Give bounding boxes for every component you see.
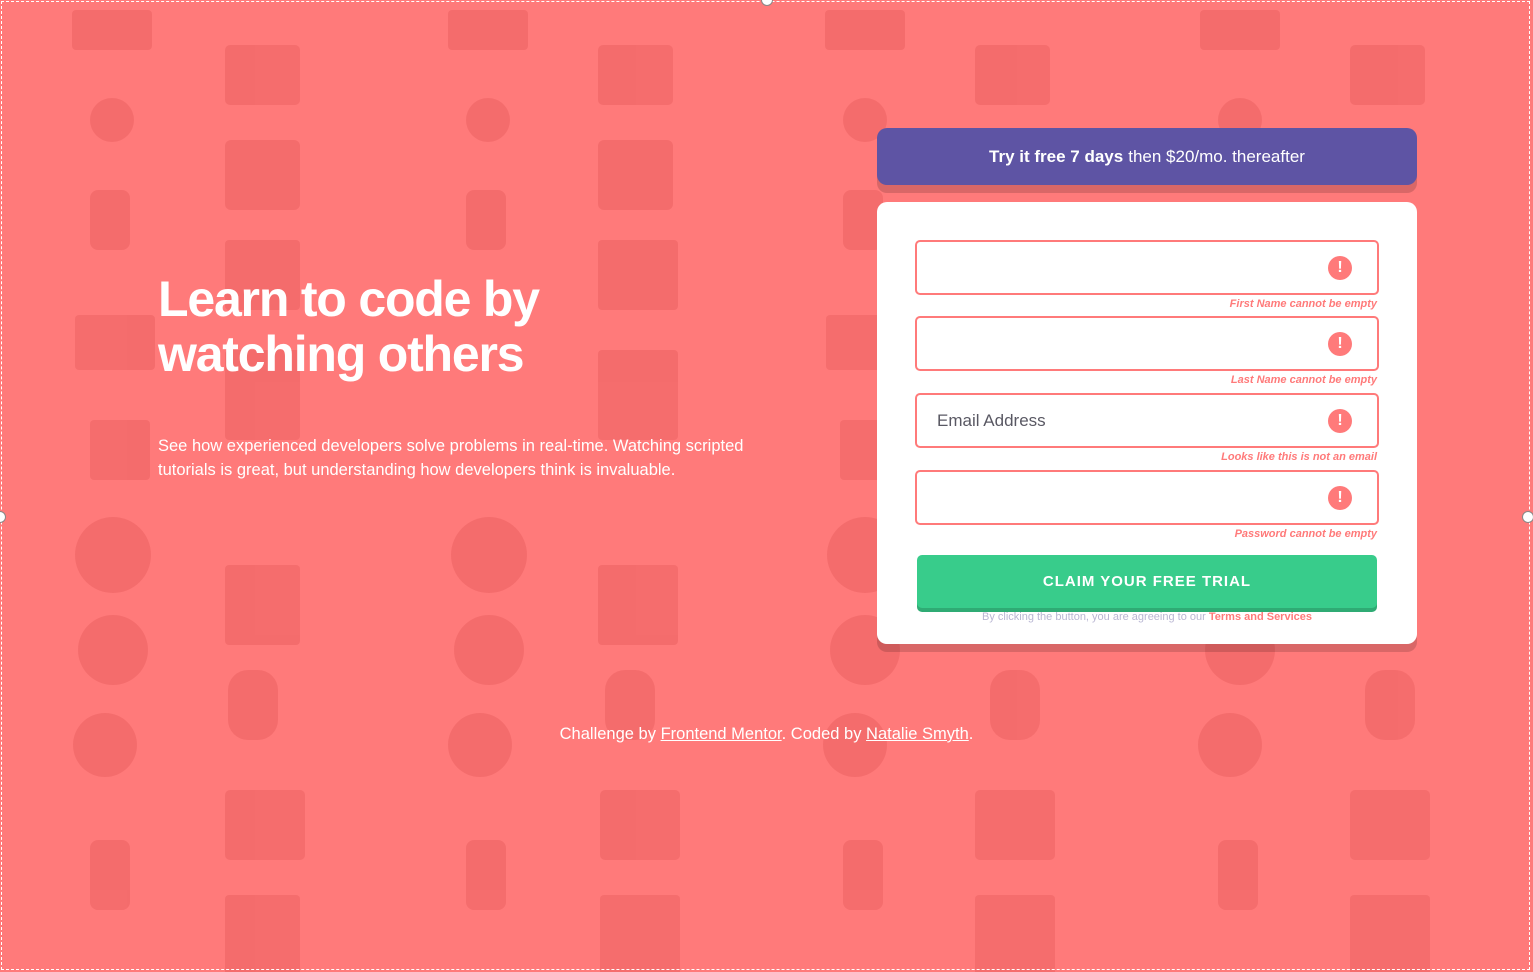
house-icon xyxy=(825,10,905,50)
cart-icon xyxy=(90,420,150,480)
house-icon xyxy=(448,10,528,50)
chain-icon xyxy=(1218,840,1258,910)
hero-description: See how experienced developers solve pro… xyxy=(158,437,744,479)
last-name-error: Last Name cannot be empty xyxy=(1230,374,1377,386)
error-icon: ! xyxy=(1328,332,1352,356)
terms-prefix: By clicking the button, you are agreeing… xyxy=(981,611,1206,623)
footer-suffix: . xyxy=(968,725,974,743)
first-name-field[interactable]: ! First Name cannot be empty xyxy=(915,240,1379,310)
footer-middle: . Coded by xyxy=(781,725,862,743)
browser-icon xyxy=(600,895,680,972)
footer-prefix: Challenge by xyxy=(559,725,656,743)
browser-icon xyxy=(975,895,1055,972)
email-error: Looks like this is not an email xyxy=(1221,451,1377,463)
toolbox-icon xyxy=(225,45,300,105)
terms-link[interactable]: Terms and Services xyxy=(1209,611,1312,623)
terms-text: By clicking the button, you are agreeing… xyxy=(877,611,1417,623)
shapes-icon xyxy=(598,140,673,210)
last-name-input[interactable] xyxy=(915,316,1379,371)
chain-icon xyxy=(90,190,130,250)
error-icon: ! xyxy=(1328,486,1352,510)
first-name-error: First Name cannot be empty xyxy=(1229,298,1377,310)
banner-bold-text: Try it free 7 days xyxy=(989,146,1124,166)
browser-icon xyxy=(598,565,678,645)
signup-form: ! First Name cannot be empty ! Last Name… xyxy=(877,202,1417,644)
email-input[interactable]: Email Address xyxy=(915,393,1379,448)
browser-icon xyxy=(225,565,300,645)
banner-rest-text: then $20/mo. thereafter xyxy=(1128,146,1305,166)
browser-icon xyxy=(1350,895,1430,972)
chain-icon xyxy=(90,840,130,910)
chat-icon xyxy=(1198,713,1262,777)
shapes-icon xyxy=(225,140,300,210)
toolbox-icon xyxy=(1350,45,1425,105)
resize-handle-right[interactable] xyxy=(1522,511,1533,523)
network-icon xyxy=(466,98,510,142)
error-icon: ! xyxy=(1328,256,1352,280)
lightbulb-icon xyxy=(78,615,148,685)
house-icon xyxy=(72,10,152,50)
network-icon xyxy=(90,98,134,142)
frontend-mentor-link[interactable]: Frontend Mentor xyxy=(661,725,782,743)
last-name-field[interactable]: ! Last Name cannot be empty xyxy=(915,316,1379,386)
lifebuoy-icon xyxy=(75,517,151,593)
chain-icon xyxy=(466,840,506,910)
toolbox-icon xyxy=(975,45,1050,105)
claim-trial-button[interactable]: CLAIM YOUR FREE TRIAL xyxy=(917,555,1377,608)
house-icon xyxy=(1200,10,1280,50)
calendar-icon xyxy=(225,790,305,860)
author-link[interactable]: Natalie Smyth xyxy=(866,725,969,743)
password-field[interactable]: ! Password cannot be empty xyxy=(915,470,1379,540)
hero-section: Learn to code by watching others See how… xyxy=(158,272,758,482)
password-input[interactable] xyxy=(915,470,1379,525)
email-placeholder: Email Address xyxy=(937,410,1046,430)
pencil-icon xyxy=(75,315,155,370)
toolbox-icon xyxy=(598,45,673,105)
calendar-icon xyxy=(600,790,680,860)
chain-icon xyxy=(466,190,506,250)
attribution-footer: Challenge by Frontend Mentor. Coded by N… xyxy=(0,725,1533,744)
lifebuoy-icon xyxy=(451,517,527,593)
calendar-icon xyxy=(975,790,1055,860)
lightbulb-icon xyxy=(454,615,524,685)
browser-icon xyxy=(225,895,300,972)
hero-title: Learn to code by watching others xyxy=(158,271,540,382)
chat-icon xyxy=(823,713,887,777)
chain-icon xyxy=(843,840,883,910)
chat-icon xyxy=(448,713,512,777)
error-icon: ! xyxy=(1328,409,1352,433)
password-error: Password cannot be empty xyxy=(1234,528,1377,540)
calendar-icon xyxy=(1350,790,1430,860)
trial-banner: Try it free 7 days then $20/mo. thereaft… xyxy=(877,128,1417,185)
email-field[interactable]: Email Address ! Looks like this is not a… xyxy=(915,393,1379,463)
first-name-input[interactable] xyxy=(915,240,1379,295)
chat-icon xyxy=(73,713,137,777)
